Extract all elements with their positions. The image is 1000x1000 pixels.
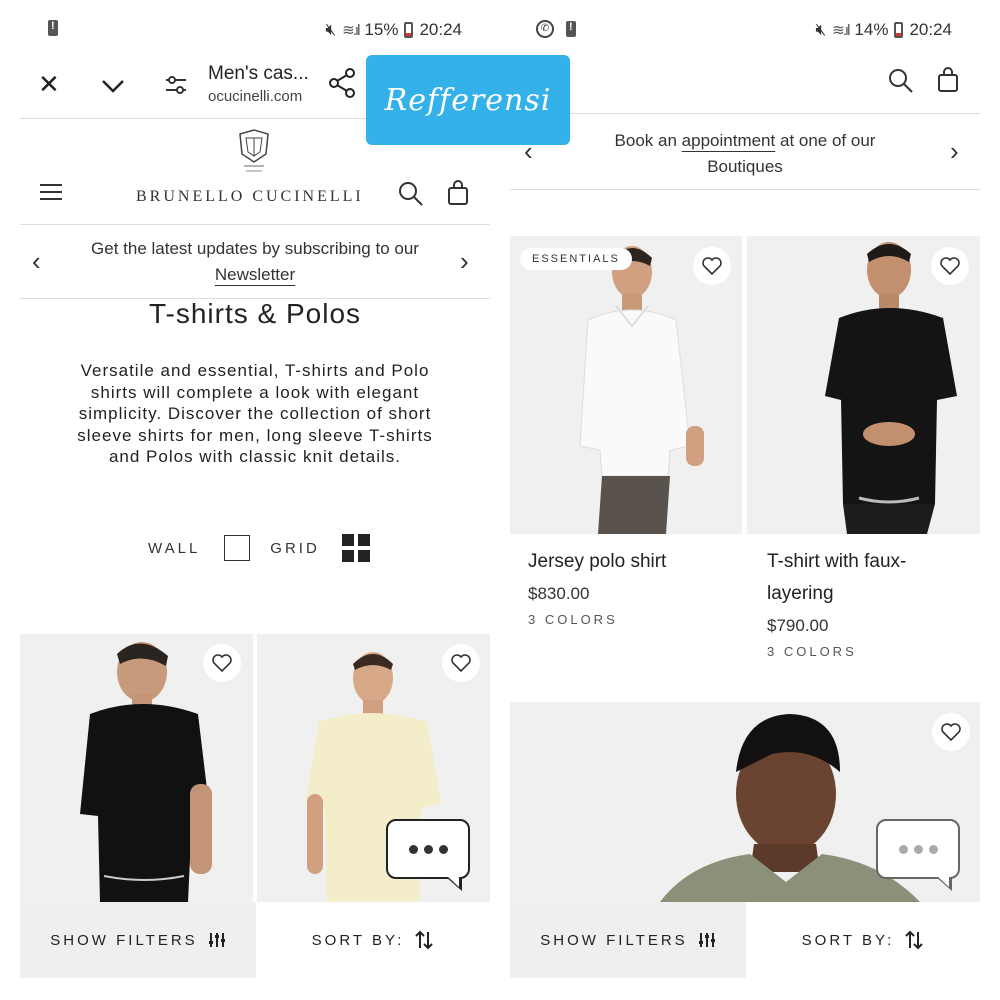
chevron-down-icon[interactable] (100, 73, 126, 99)
share-icon[interactable] (328, 68, 356, 98)
bag-icon[interactable] (446, 180, 470, 206)
bag-icon[interactable] (936, 67, 960, 93)
status-bar: ✆ 🔇︎ ≋.ıl 14% 20:24 (500, 14, 1000, 48)
newsletter-link[interactable]: Newsletter (215, 265, 295, 284)
chevron-right-icon[interactable]: › (950, 136, 959, 167)
sort-by-label: SORT BY: (311, 931, 405, 949)
product-colors: 3 COLORS (767, 644, 857, 659)
filter-icon (698, 933, 715, 947)
chat-bubble-tail-fill (447, 876, 459, 887)
wishlist-button[interactable] (931, 247, 969, 285)
product-price: $790.00 (767, 616, 829, 635)
chat-dot (913, 844, 923, 854)
show-filters-button[interactable]: SHOW FILTERS (510, 902, 746, 978)
heart-icon (451, 654, 471, 672)
battery-percent: 15% (364, 20, 399, 39)
product-image-tshirt-black[interactable] (20, 634, 253, 902)
product-price: $830.00 (528, 584, 590, 603)
heart-icon (941, 723, 961, 741)
browser-page-title: Men's cas... (208, 63, 309, 84)
sort-by-label: SORT BY: (801, 931, 895, 949)
chevron-right-icon[interactable]: › (460, 246, 469, 277)
brand-crest-logo[interactable] (236, 128, 272, 176)
close-icon[interactable]: ✕ (38, 69, 60, 100)
product-name[interactable]: Jersey polo shirt (528, 546, 666, 578)
signal-icon: ≋.ıl (342, 22, 360, 39)
chat-dot (928, 844, 938, 854)
newsletter-banner: Get the latest updates by subscribing to… (20, 236, 490, 288)
clock: 20:24 (909, 20, 952, 39)
chat-dot (898, 844, 908, 854)
show-filters-label: SHOW FILTERS (50, 931, 198, 949)
battery-icon (894, 22, 904, 38)
wishlist-button[interactable] (932, 713, 970, 751)
wishlist-button[interactable] (693, 247, 731, 285)
chat-bubble-tail-fill (937, 876, 949, 887)
heart-icon (702, 257, 722, 275)
mute-icon: 🔇︎ (815, 20, 827, 39)
site-settings-icon[interactable] (164, 73, 188, 97)
battery-alert-icon (566, 21, 576, 37)
grid-view-label[interactable]: GRID (270, 540, 320, 557)
battery-alert-icon (48, 20, 58, 36)
appointment-banner: Book an appointment at one of our Boutiq… (510, 128, 980, 180)
wall-view-label[interactable]: WALL (148, 540, 200, 557)
sort-icon (905, 930, 924, 950)
clock: 20:24 (419, 20, 462, 39)
battery-icon (404, 22, 414, 38)
heart-icon (940, 257, 960, 275)
view-toggle: WALL GRID (148, 533, 370, 563)
wishlist-button[interactable] (442, 644, 480, 682)
page-title: T-shirts & Polos (148, 298, 362, 329)
wishlist-button[interactable] (203, 644, 241, 682)
sort-icon (415, 930, 434, 950)
search-icon[interactable] (888, 68, 914, 94)
banner-text: Get the latest updates by subscribing to… (91, 239, 419, 258)
product-image-jersey-polo[interactable]: ESSENTIALS (510, 236, 742, 534)
show-filters-label: SHOW FILTERS (540, 931, 688, 949)
whatsapp-icon: ✆ (536, 20, 554, 38)
chat-dot (438, 844, 448, 854)
banner-text-before: Book an (614, 131, 677, 150)
banner-text-after: at one of our (779, 131, 876, 150)
appointment-link[interactable]: appointment (682, 131, 776, 150)
reference-label: Refferensi (366, 55, 570, 145)
divider (510, 189, 980, 190)
filter-sort-bar: SHOW FILTERS SORT BY: (20, 902, 490, 978)
signal-icon: ≋.ıl (832, 22, 850, 39)
filter-icon (208, 933, 225, 947)
essentials-badge: ESSENTIALS (520, 248, 632, 270)
right-screenshot: ✆ 🔇︎ ≋.ıl 14% 20:24 ‹ Book an appointmen… (500, 0, 1000, 1000)
product-colors: 3 COLORS (528, 612, 618, 627)
divider (20, 224, 490, 225)
product-name-line1: T-shirt with faux- (767, 551, 907, 572)
mute-icon: 🔇︎ (325, 20, 337, 39)
left-screenshot: 🔇︎ ≋.ıl 15% 20:24 ✕ Men's cas... ocucine… (0, 0, 500, 1000)
divider (510, 113, 980, 114)
chat-button[interactable] (876, 819, 960, 891)
chat-dot (408, 844, 418, 854)
browser-url[interactable]: ocucinelli.com (208, 88, 302, 105)
menu-icon[interactable] (40, 184, 62, 202)
filter-sort-bar: SHOW FILTERS SORT BY: (510, 902, 980, 978)
sort-by-button[interactable]: SORT BY: (746, 902, 980, 978)
battery-percent: 14% (854, 20, 889, 39)
wall-view-icon[interactable] (224, 535, 251, 561)
show-filters-button[interactable]: SHOW FILTERS (20, 902, 256, 978)
search-icon[interactable] (398, 181, 424, 207)
product-name[interactable]: T-shirt with faux- layering (767, 546, 906, 610)
status-bar: 🔇︎ ≋.ıl 15% 20:24 (0, 14, 500, 48)
chat-dot (423, 844, 433, 854)
chat-button[interactable] (386, 819, 470, 891)
product-image-tshirt-faux-layering[interactable] (747, 236, 980, 534)
sort-by-button[interactable]: SORT BY: (256, 902, 490, 978)
category-description: Versatile and essential, T-shirts and Po… (77, 361, 433, 467)
grid-view-icon[interactable] (341, 534, 370, 562)
product-name-line2: layering (767, 583, 834, 604)
heart-icon (212, 654, 232, 672)
brand-logo-text[interactable]: BRUNELLO CUCINELLI (136, 188, 364, 206)
banner-text-line2: Boutiques (707, 157, 783, 176)
